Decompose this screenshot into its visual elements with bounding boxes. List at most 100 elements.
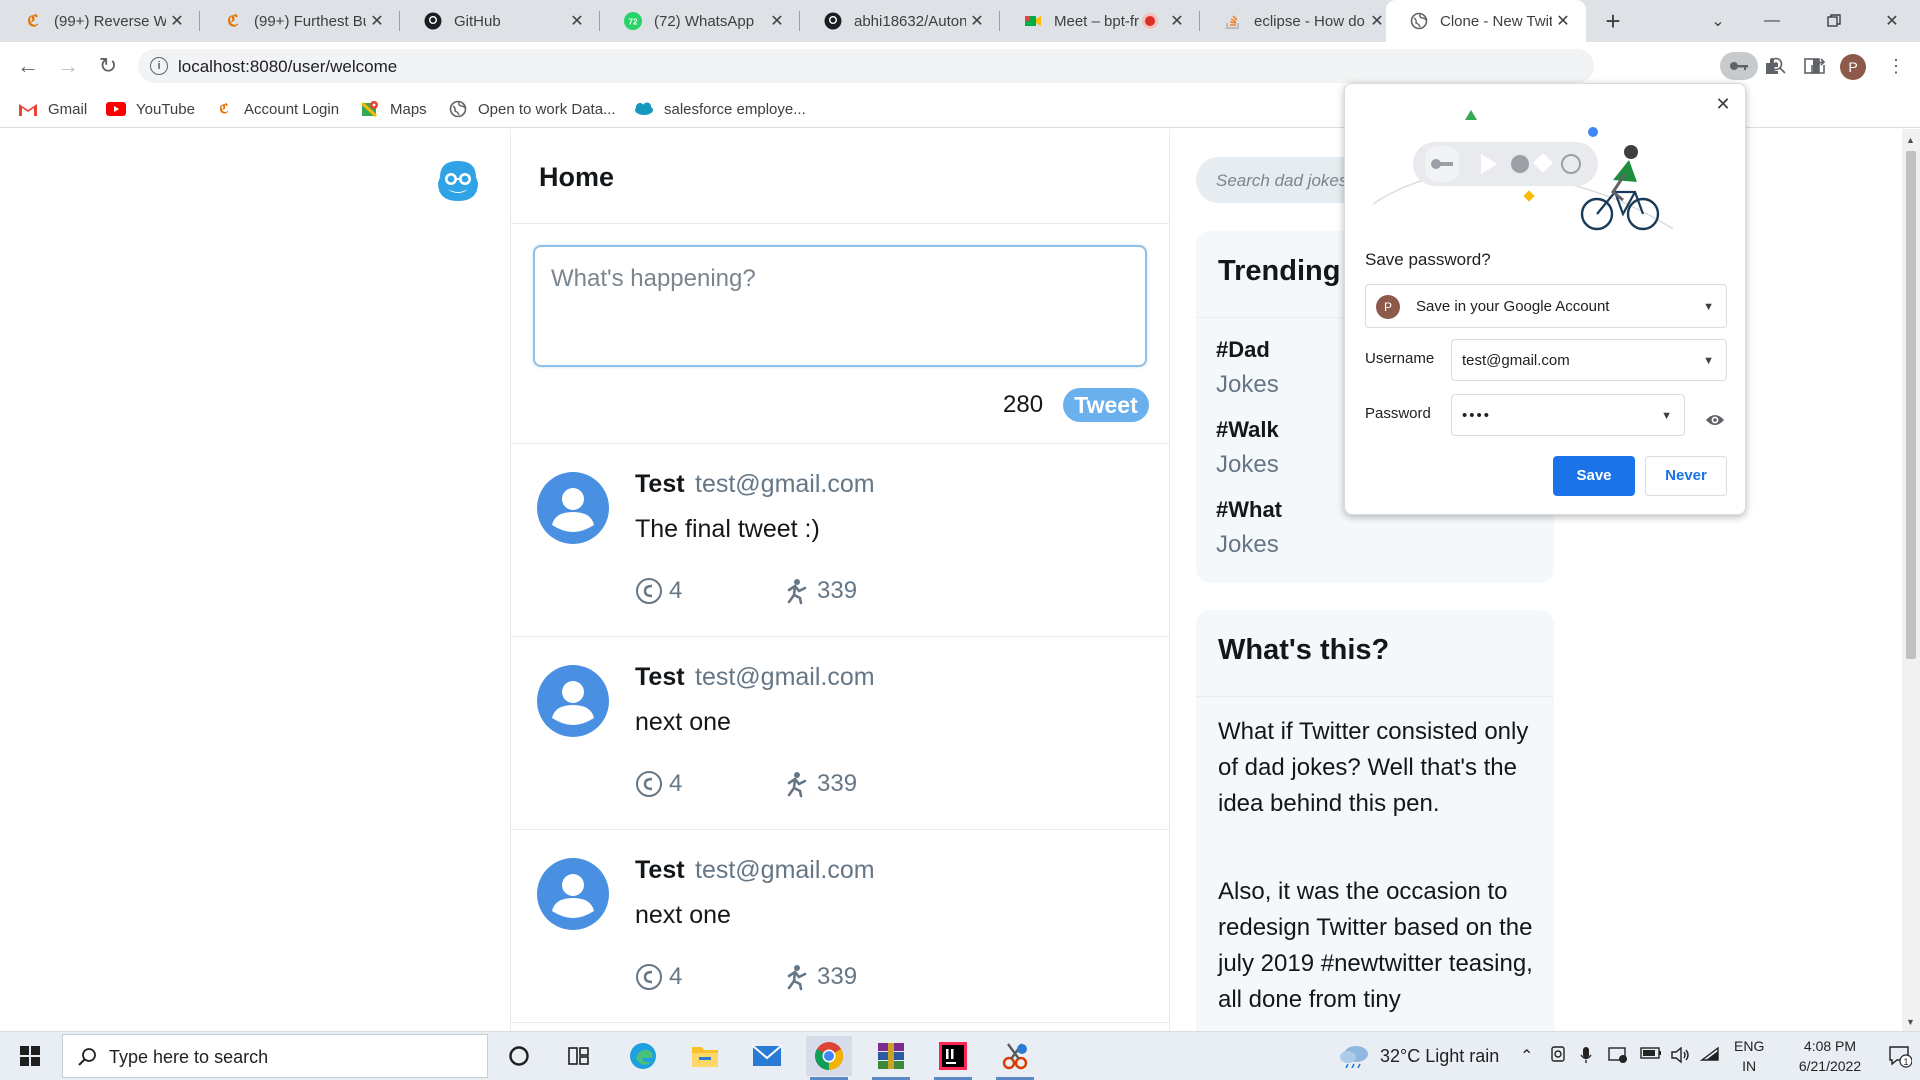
reply-button[interactable]: 4 (635, 577, 682, 605)
close-tab-icon[interactable]: ✕ (1166, 11, 1188, 31)
bookmark-youtube[interactable]: YouTube (106, 98, 195, 120)
tab-furthest-building[interactable]: ℭ (99+) Furthest Bu ✕ (200, 0, 400, 42)
like-button[interactable]: 339 (783, 577, 857, 605)
forward-icon[interactable]: → (54, 52, 82, 80)
display-icon[interactable] (1608, 1046, 1628, 1069)
edge-icon[interactable] (620, 1036, 666, 1076)
search-input[interactable]: Search dad jokes (1196, 157, 1360, 203)
back-icon[interactable]: ← (14, 52, 42, 80)
intellij-icon[interactable] (930, 1036, 976, 1080)
character-counter: 280 (1003, 391, 1044, 418)
tab-stackoverflow[interactable]: eclipse - How do ✕ (1200, 0, 1400, 42)
tab-github[interactable]: GitHub ✕ (400, 0, 600, 42)
system-clock[interactable]: 4:08 PM 6/21/2022 (1774, 1036, 1886, 1076)
like-button[interactable]: 339 (783, 963, 857, 991)
bookmark-salesforce[interactable]: salesforce employe... (634, 98, 806, 120)
laugh-icon (783, 577, 811, 605)
dad-logo-icon[interactable] (434, 157, 482, 205)
language-indicator[interactable]: ENG IN (1734, 1036, 1764, 1076)
about-paragraph: What if Twitter consisted only of dad jo… (1218, 718, 1529, 817)
bookmark-account-login[interactable]: ℭ Account Login (214, 98, 339, 120)
battery-icon[interactable] (1640, 1046, 1662, 1064)
user-avatar-icon[interactable] (537, 665, 609, 737)
bookmark-maps[interactable]: Maps (360, 98, 427, 120)
scroll-up-arrow-icon[interactable]: ▲ (1906, 135, 1915, 145)
winrar-icon[interactable] (868, 1036, 914, 1080)
trend-item[interactable]: #What Jokes (1216, 497, 1282, 559)
mail-icon[interactable] (744, 1036, 790, 1076)
reload-icon[interactable]: ↻ (94, 52, 122, 80)
microphone-icon[interactable] (1580, 1046, 1592, 1069)
site-info-icon[interactable]: i (150, 57, 168, 75)
cortana-icon[interactable] (496, 1036, 542, 1076)
close-icon[interactable]: ✕ (1711, 92, 1735, 116)
windows-start-icon[interactable] (0, 1032, 60, 1080)
minimize-button[interactable]: — (1746, 0, 1798, 42)
user-avatar-icon[interactable] (537, 858, 609, 930)
notification-center-icon[interactable]: 1 (1888, 1044, 1913, 1073)
compose-textarea[interactable]: What's happening? (533, 245, 1147, 367)
tweet-button[interactable]: Tweet (1063, 388, 1149, 422)
address-bar[interactable]: i localhost:8080/user/welcome ☆ (138, 49, 1866, 83)
bookmark-open-to-work[interactable]: Open to work Data... (448, 98, 616, 120)
weather-widget[interactable]: 32°C Light rain (1338, 1044, 1499, 1068)
show-password-eye-icon[interactable] (1703, 408, 1727, 432)
svg-text:1: 1 (1903, 1057, 1908, 1067)
snipping-tool-icon[interactable] (992, 1036, 1038, 1080)
close-tab-icon[interactable]: ✕ (166, 11, 188, 31)
url-text[interactable]: localhost:8080/user/welcome (178, 57, 397, 77)
tab-label: Clone - New Twit (1440, 12, 1552, 30)
page-scrollbar[interactable]: ▲ ▼ (1902, 129, 1920, 1031)
close-tab-icon[interactable]: ✕ (566, 11, 588, 31)
chrome-icon[interactable] (806, 1036, 852, 1080)
tab-meet[interactable]: Meet – bpt-fr ✕ (1000, 0, 1200, 42)
tweet-author-name[interactable]: Test (635, 856, 685, 885)
wifi-icon[interactable] (1699, 1046, 1720, 1067)
never-button[interactable]: Never (1645, 456, 1727, 496)
key-icon[interactable] (1720, 52, 1758, 80)
tab-reverse-words[interactable]: ℭ (99+) Reverse Wo ✕ (0, 0, 200, 42)
more-menu-icon[interactable]: ⋮ (1882, 52, 1910, 80)
tab-github-repo[interactable]: abhi18632/Auton ✕ (800, 0, 1000, 42)
restore-button[interactable] (1808, 0, 1860, 42)
reply-button[interactable]: 4 (635, 963, 682, 991)
scroll-down-arrow-icon[interactable]: ▼ (1906, 1017, 1915, 1027)
page-title: Home (539, 162, 615, 192)
profile-avatar[interactable]: P (1840, 54, 1866, 80)
c-logo-icon: ℭ (27, 13, 39, 30)
taskbar-search-box[interactable]: Type here to search (62, 1034, 488, 1078)
show-hidden-icons-chevron-icon[interactable]: ⌃ (1520, 1046, 1533, 1066)
like-button[interactable]: 339 (783, 770, 857, 798)
tweet-author-name[interactable]: Test (635, 663, 685, 692)
youtube-icon (106, 101, 126, 117)
reply-button[interactable]: 4 (635, 770, 682, 798)
close-tab-icon[interactable]: ✕ (766, 11, 788, 31)
close-tab-icon[interactable]: ✕ (1366, 11, 1388, 31)
close-tab-icon[interactable]: ✕ (966, 11, 988, 31)
tab-whatsapp[interactable]: 72 (72) WhatsApp ✕ (600, 0, 800, 42)
extensions-icon[interactable] (1758, 52, 1786, 80)
trend-item[interactable]: #Dad Jokes (1216, 337, 1279, 399)
save-password-button[interactable]: Save (1553, 456, 1635, 496)
username-field[interactable]: test@gmail.com ▼ (1451, 339, 1727, 381)
close-window-button[interactable]: ✕ (1866, 0, 1918, 42)
side-panel-icon[interactable] (1798, 52, 1826, 80)
task-view-icon[interactable] (556, 1036, 602, 1076)
password-field[interactable]: •••• ▼ (1451, 394, 1685, 436)
tweet-author-name[interactable]: Test (635, 470, 685, 499)
scroll-thumb[interactable] (1906, 151, 1916, 659)
device-icon[interactable] (1550, 1046, 1566, 1069)
user-avatar-icon[interactable] (537, 472, 609, 544)
new-tab-button[interactable]: + (1598, 6, 1628, 36)
close-tab-icon[interactable]: ✕ (1552, 11, 1574, 31)
tab-search-icon[interactable]: ⌄ (1692, 0, 1744, 42)
tweet-author-email: test@gmail.com (695, 663, 875, 691)
tab-label: (72) WhatsApp (654, 12, 755, 30)
trend-item[interactable]: #Walk Jokes (1216, 417, 1279, 479)
bookmark-gmail[interactable]: Gmail (18, 98, 87, 120)
close-tab-icon[interactable]: ✕ (366, 11, 388, 31)
file-explorer-icon[interactable] (682, 1036, 728, 1076)
volume-icon[interactable] (1670, 1046, 1690, 1069)
tab-clone-new-twitter[interactable]: Clone - New Twit ✕ (1386, 0, 1586, 42)
account-select[interactable]: P Save in your Google Account ▼ (1365, 284, 1727, 328)
